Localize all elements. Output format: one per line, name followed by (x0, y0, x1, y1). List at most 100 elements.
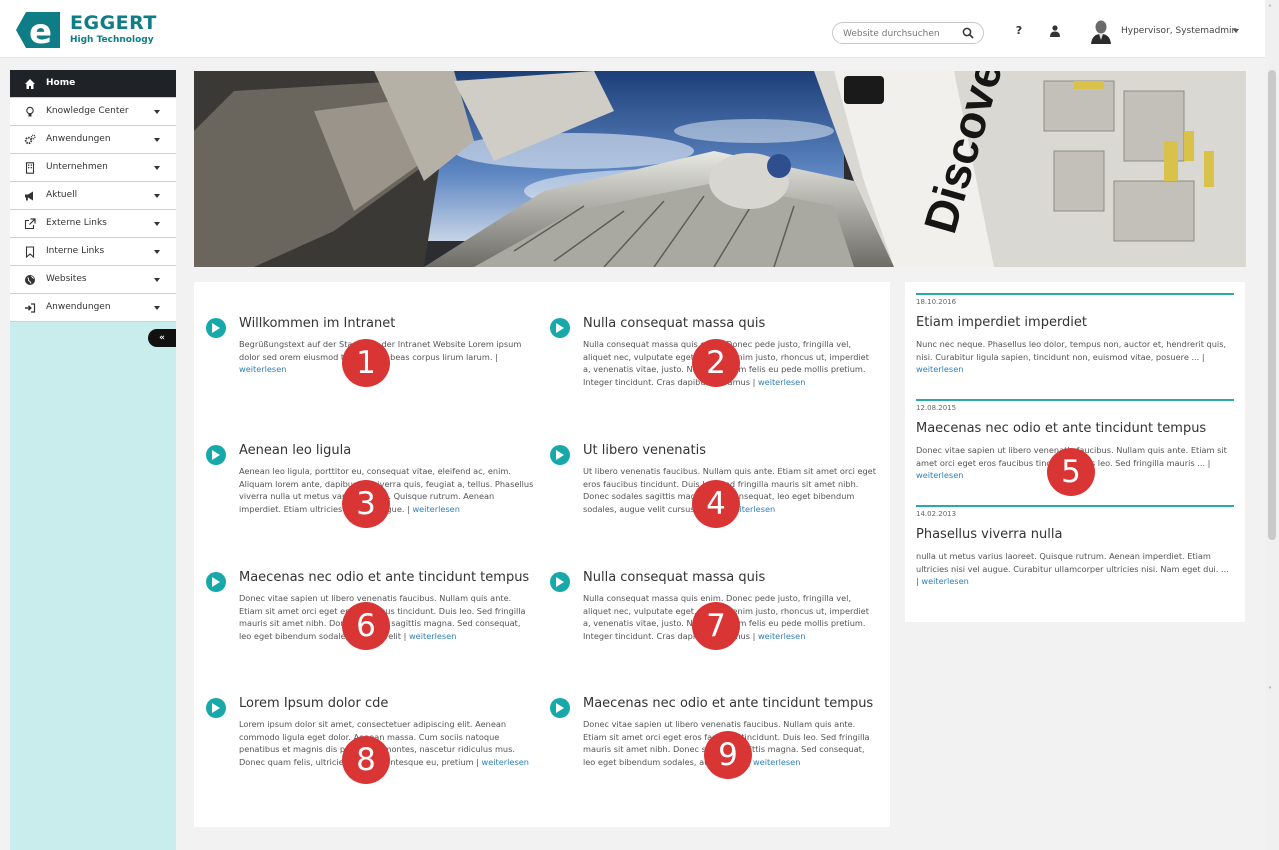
brand-logo[interactable]: e EGGERT High Technology (14, 8, 164, 50)
arrow-circle-right-icon[interactable] (206, 698, 226, 718)
annotation-marker: 1 (342, 339, 390, 387)
search-input[interactable] (843, 26, 955, 41)
sidebar-item-home[interactable]: Home (10, 70, 176, 98)
read-more-link[interactable]: weiterlesen (753, 757, 800, 767)
help-icon[interactable]: ? (1012, 24, 1026, 38)
read-more-link[interactable]: weiterlesen (409, 631, 456, 641)
read-more-link[interactable]: weiterlesen (412, 504, 459, 514)
sidebar-item-unternehmen[interactable]: Unternehmen (10, 154, 176, 182)
annotation-marker: 4 (692, 480, 740, 528)
article-title[interactable]: Maecenas nec odio et ante tincidunt temp… (239, 570, 529, 585)
read-more-link[interactable]: weiterlesen (239, 364, 286, 374)
news-title[interactable]: Etiam imperdiet imperdiet (916, 315, 1087, 330)
globe-icon (25, 275, 35, 285)
sidebar-item-label: Anwendungen (46, 134, 111, 144)
article-title[interactable]: Maecenas nec odio et ante tincidunt temp… (583, 696, 873, 711)
read-more-link[interactable]: weiterlesen (482, 757, 529, 767)
sidebar-item-label: Externe Links (46, 218, 107, 228)
news-title[interactable]: Maecenas nec odio et ante tincidunt temp… (916, 421, 1206, 436)
article-title[interactable]: Aenean leo ligula (239, 443, 351, 458)
arrow-circle-right-icon[interactable] (550, 698, 570, 718)
news-item: 14.02.2013 Phasellus viverra nulla nulla… (916, 505, 1234, 605)
arrow-circle-right-icon[interactable] (206, 572, 226, 592)
user-menu-caret-icon[interactable] (1233, 29, 1239, 33)
sidebar: Home Knowledge Center Anwendungen Untern… (10, 70, 176, 850)
article-title[interactable]: Nulla consequat massa quis (583, 570, 765, 585)
scrollbar-thumb[interactable] (1268, 70, 1276, 540)
article-title[interactable]: Ut libero venenatis (583, 443, 706, 458)
news-title[interactable]: Phasellus viverra nulla (916, 527, 1062, 542)
arrow-circle-right-icon[interactable] (206, 318, 226, 338)
annotation-marker: 6 (342, 602, 390, 650)
sidebar-item-anwendungen[interactable]: Anwendungen (10, 126, 176, 154)
annotation-marker: 3 (342, 480, 390, 528)
scroll-up-icon[interactable]: ˄ (1268, 4, 1272, 13)
news-date: 14.02.2013 (916, 510, 957, 518)
sidebar-collapse-button[interactable]: « (148, 329, 176, 347)
hero-banner: Discover (194, 71, 1246, 267)
news-panel: 18.10.2016 Etiam imperdiet imperdiet Nun… (905, 282, 1245, 622)
sidebar-item-websites[interactable]: Websites (10, 266, 176, 294)
article-title[interactable]: Lorem Ipsum dolor cde (239, 696, 388, 711)
chevron-down-icon (154, 138, 160, 142)
read-more-link[interactable]: weiterlesen (916, 470, 963, 480)
arrow-circle-right-icon[interactable] (550, 445, 570, 465)
sign-in-icon (25, 303, 36, 313)
arrow-circle-right-icon[interactable] (550, 318, 570, 338)
chevron-down-icon (154, 166, 160, 170)
user-icon[interactable] (1048, 24, 1062, 38)
read-more-link[interactable]: weiterlesen (758, 631, 805, 641)
articles-panel: Willkommen im Intranet Begrüßungstext au… (194, 282, 890, 827)
sidebar-item-anwendungen-2[interactable]: Anwendungen (10, 294, 176, 322)
avatar[interactable] (1090, 18, 1112, 44)
read-more-link[interactable]: weiterlesen (758, 377, 805, 387)
chevron-down-icon (154, 110, 160, 114)
annotation-marker: 8 (342, 736, 390, 784)
sidebar-item-label: Interne Links (46, 246, 105, 256)
page-scrollbar[interactable]: ˄ ˅ (1265, 0, 1279, 850)
chevron-down-icon (154, 250, 160, 254)
read-more-link[interactable]: weiterlesen (921, 576, 968, 586)
article-title[interactable]: Nulla consequat massa quis (583, 316, 765, 331)
lightbulb-icon (26, 106, 34, 117)
sidebar-item-interne-links[interactable]: Interne Links (10, 238, 176, 266)
sidebar-item-label: Websites (46, 274, 87, 284)
article-title[interactable]: Willkommen im Intranet (239, 316, 395, 331)
user-name[interactable]: Hypervisor, Systemadmin (1121, 26, 1237, 36)
banner-image: Discover (194, 71, 1246, 267)
annotation-marker: 9 (704, 731, 752, 779)
logo-mark-icon: e (16, 12, 60, 50)
chevron-down-icon (154, 306, 160, 310)
gears-icon (24, 134, 36, 145)
sidebar-nav: Home Knowledge Center Anwendungen Untern… (10, 70, 176, 322)
news-item: 18.10.2016 Etiam imperdiet imperdiet Nun… (916, 293, 1234, 393)
chevron-down-icon (154, 194, 160, 198)
external-link-icon (24, 218, 36, 230)
brand-name: EGGERT (70, 12, 157, 34)
sidebar-item-label: Knowledge Center (46, 106, 129, 116)
sidebar-item-label: Aktuell (46, 190, 78, 200)
sidebar-item-externe-links[interactable]: Externe Links (10, 210, 176, 238)
news-teaser: Nunc nec neque. Phasellus leo dolor, tem… (916, 339, 1227, 374)
arrow-circle-right-icon[interactable] (206, 445, 226, 465)
sidebar-item-label: Anwendungen (46, 302, 111, 312)
news-teaser: nulla ut metus varius laoreet. Quisque r… (916, 551, 1229, 586)
annotation-marker: 7 (692, 602, 740, 650)
sidebar-item-knowledge-center[interactable]: Knowledge Center (10, 98, 176, 126)
svg-text:e: e (29, 12, 52, 50)
search-icon[interactable] (962, 27, 974, 39)
annotation-marker: 5 (1047, 448, 1095, 496)
chevron-down-icon (154, 222, 160, 226)
scroll-down-icon[interactable]: ˅ (1268, 686, 1272, 695)
megaphone-icon (25, 191, 33, 201)
building-icon (25, 162, 35, 174)
news-date: 12.08.2015 (916, 404, 957, 412)
bookmark-icon (25, 246, 35, 258)
sidebar-item-label: Unternehmen (46, 162, 108, 172)
news-date: 18.10.2016 (916, 298, 957, 306)
sidebar-item-aktuell[interactable]: Aktuell (10, 182, 176, 210)
arrow-circle-right-icon[interactable] (550, 572, 570, 592)
brand-tagline: High Technology (70, 35, 154, 45)
read-more-link[interactable]: weiterlesen (916, 364, 963, 374)
search-box (832, 22, 984, 44)
